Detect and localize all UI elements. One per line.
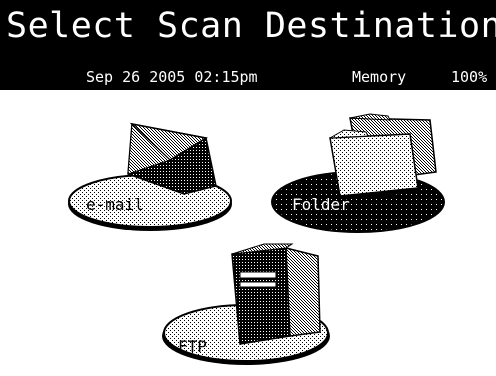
page-title: Select Scan Destination — [6, 6, 496, 46]
memory-label: Memory — [352, 68, 407, 86]
folder-label: Folder — [292, 195, 350, 214]
status-datetime: Sep 26 2005 02:15pm — [86, 68, 258, 86]
memory-value: 100% — [451, 68, 488, 86]
email-destination-button[interactable]: e-mail — [66, 116, 236, 234]
folder-icon — [329, 113, 437, 200]
email-label: e-mail — [86, 195, 144, 214]
envelope-icon — [127, 122, 217, 195]
title-bar: Select Scan Destination — [0, 0, 496, 52]
scan-destination-screen: Select Scan Destination Sep 26 2005 02:1… — [0, 0, 496, 376]
status-bar: Sep 26 2005 02:15pm Memory 100% — [0, 52, 496, 90]
folder-destination-button[interactable]: Folder — [270, 112, 446, 234]
destination-area: e-mail Folder FTP — [0, 90, 496, 376]
ftp-label: FTP — [178, 337, 207, 356]
ftp-destination-button[interactable]: FTP — [160, 240, 336, 370]
